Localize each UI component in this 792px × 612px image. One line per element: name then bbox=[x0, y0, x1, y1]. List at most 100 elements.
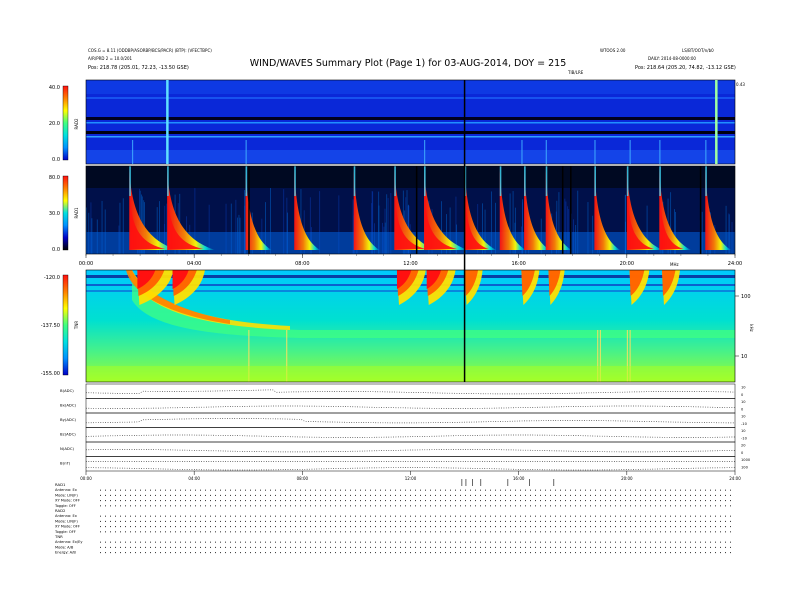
footer-setting: Antenna: Ex bbox=[55, 514, 78, 518]
top-annotation: TIB/LRE bbox=[567, 70, 584, 75]
x-tick-label-bottom: 00:00 bbox=[80, 476, 92, 481]
mfi-row-right-tick: 0 bbox=[741, 393, 744, 397]
mfi-row-right-tick: 10 bbox=[741, 415, 746, 419]
mfi-row-right-tick: -10 bbox=[741, 422, 748, 426]
rad1-burst-onset bbox=[294, 166, 296, 196]
header-left-line-1: COS.G = 8.11 (ODDBP/ASORBP/BCS/PACR) (BT… bbox=[88, 48, 212, 53]
rad2-burst-trace bbox=[545, 140, 547, 164]
mfi-series-trace bbox=[86, 467, 735, 471]
rad2-burst-trace bbox=[629, 140, 631, 164]
mfi-row-right-tick: 0 bbox=[741, 451, 744, 455]
footer-setting: Mode: LIN(F) bbox=[55, 519, 78, 523]
rad1-panel: 80.0 30.0 0.0 RAD1 bbox=[49, 165, 736, 255]
x-tick-label-top: 16:00 bbox=[511, 261, 525, 267]
mfi-row-frame bbox=[85, 441, 736, 457]
rad2-panel: 40.0 20.0 0.0 RAD2 bbox=[49, 79, 736, 165]
x-tick-label-bottom: 16:00 bbox=[513, 476, 525, 481]
mfi-row-right-tick: -10 bbox=[741, 437, 748, 441]
x-tick-label-top: 04:00 bbox=[187, 261, 201, 267]
rad1-data-gap bbox=[699, 166, 702, 254]
x-tick-label-top: 00:00 bbox=[79, 261, 93, 267]
mfi-row-right-tick: 10 bbox=[741, 386, 746, 390]
header-right-line-2: LS/BT/OOT/n/b0 bbox=[682, 48, 714, 53]
rad1-burst-onset bbox=[594, 166, 596, 196]
top-right-mark: 0.43 bbox=[736, 82, 745, 87]
mfi-series-trace bbox=[85, 405, 736, 409]
header-right-line-1: WTOOS 2.00 bbox=[600, 48, 626, 53]
rad2-ytick-top: 40.0 bbox=[49, 85, 60, 91]
footer-setting: XY Mode: OFF bbox=[55, 525, 80, 529]
header-left-line-3: Pos: 218.78 (205.01, 72.23, -13.50 GSE) bbox=[88, 65, 189, 71]
tnr-ytick-mid: -137.50 bbox=[41, 323, 60, 329]
mfi-series-trace bbox=[85, 449, 735, 453]
rad1-burst-onset bbox=[626, 166, 629, 196]
mfi-row-right-tick: 10 bbox=[741, 400, 746, 404]
footer-group-title: RAD2 bbox=[55, 508, 66, 513]
mfi-series-trace bbox=[85, 389, 736, 395]
mfi-row-right-tick: 20 bbox=[741, 444, 746, 448]
header-right-line-3: DAILY: 2014-08-0000:00 bbox=[648, 56, 696, 61]
header-left-line-2: A/R/PRD 2 = 10.0/201 bbox=[88, 56, 133, 61]
rad1-burst-onset bbox=[499, 166, 502, 196]
page-title: WIND/WAVES Summary Plot (Page 1) for 03-… bbox=[250, 58, 567, 69]
x-axis-unit-label: MHz bbox=[670, 262, 679, 267]
rad2-ytick-mid: 20.0 bbox=[49, 121, 60, 127]
x-tick-label-bottom: 20:00 bbox=[621, 476, 633, 481]
footer-group-title: RAD1 bbox=[55, 482, 66, 487]
footer-group-title: TNR bbox=[54, 534, 63, 539]
rad1-burst-onset bbox=[705, 166, 707, 196]
x-axis-top: 00:00 04:00 08:00 12:00 16:00 20:00 24:00 bbox=[79, 254, 742, 267]
tnr-right-label: kHz bbox=[749, 324, 754, 331]
rad1-burst-onset bbox=[424, 166, 426, 196]
mfi-row-label: Bx(ADC) bbox=[60, 403, 77, 408]
rad2-burst-trace bbox=[659, 140, 661, 164]
footer-mode-table: RAD1Antenna: ExMode: LIN(F)XY Mode: OFFT… bbox=[54, 482, 735, 555]
rad1-burst-onset bbox=[394, 166, 396, 196]
mfi-row-frame bbox=[85, 383, 736, 399]
x-tick-label-top: 24:00 bbox=[728, 261, 742, 267]
rad2-dark-band bbox=[86, 117, 735, 120]
rad1-burst-onset bbox=[129, 166, 131, 196]
footer-setting: XY Mode: OFF bbox=[55, 499, 80, 503]
footer-setting: Energy: A/B bbox=[55, 551, 76, 555]
mfi-row-right-tick: 10 bbox=[741, 429, 746, 433]
rad1-burst-onset bbox=[524, 166, 526, 196]
rad2-ytick-bottom: 0.0 bbox=[52, 157, 60, 163]
x-tick-label-bottom: 04:00 bbox=[188, 476, 200, 481]
rad2-burst-trace bbox=[424, 140, 426, 164]
rad2-burst-trace bbox=[705, 140, 707, 164]
summary-plot: COS.G = 8.11 (ODDBP/ASORBP/BCS/PACR) (BT… bbox=[41, 48, 754, 555]
rad2-colorbar bbox=[62, 85, 69, 161]
rad2-burst-trace bbox=[521, 140, 523, 164]
mfi-row-frame bbox=[85, 456, 736, 472]
rad1-burst-onset bbox=[353, 166, 356, 196]
rad1-ytick-bottom: 0.0 bbox=[52, 247, 60, 253]
mfi-row-label: Bz(ADC) bbox=[60, 432, 76, 437]
tnr-colorbar bbox=[62, 274, 69, 376]
rad1-ylabel: RAD1 bbox=[74, 207, 79, 218]
footer-setting: Mode: A/B bbox=[55, 545, 74, 549]
mfi-row-frame bbox=[85, 398, 736, 414]
rad1-data-gap bbox=[570, 166, 572, 254]
mfi-row-frame bbox=[85, 412, 736, 428]
mfi-row-label: B(nT) bbox=[60, 461, 71, 466]
rad2-burst-trace bbox=[131, 140, 134, 164]
mfi-row-right-tick: 100 bbox=[741, 466, 749, 470]
footer-setting: Antenna: Ex bbox=[55, 488, 78, 492]
mfi-row-label: N(ADC) bbox=[60, 446, 74, 451]
rad1-burst-onset bbox=[245, 166, 248, 196]
mfi-row-right-tick: 0 bbox=[741, 408, 744, 412]
rad2-burst-trace bbox=[166, 80, 169, 164]
rad1-burst-onset bbox=[545, 166, 548, 196]
rad1-burst-onset bbox=[659, 166, 661, 196]
mfi-row-label: By(ADC) bbox=[60, 417, 77, 422]
rad1-burst-onset bbox=[167, 166, 169, 196]
mfi-row-right-tick: 1000 bbox=[741, 458, 751, 462]
x-tick-label-top: 20:00 bbox=[620, 261, 634, 267]
rad1-ytick-mid: 30.0 bbox=[49, 211, 60, 217]
header-right-line-4: Pos: 218.64 (205.20, 74.82, -13.12 GSE) bbox=[635, 65, 736, 71]
rad2-ylabel: RAD2 bbox=[74, 118, 79, 129]
footer-setting: Antenna: Ex/Ey bbox=[55, 540, 83, 544]
rad2-burst-trace bbox=[245, 140, 247, 164]
x-tick-label-bottom: 08:00 bbox=[297, 476, 309, 481]
